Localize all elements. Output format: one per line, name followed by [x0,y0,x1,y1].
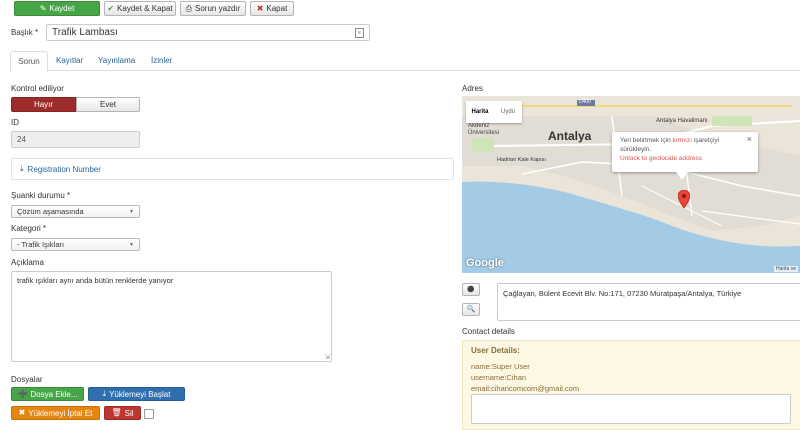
delete-button[interactable]: 🗑 Sil [104,406,141,420]
road-label: D400 [579,99,591,105]
map-marker-icon[interactable] [678,190,690,208]
status-label: Şuanki durumu * [11,191,71,200]
contact-email: email:cihancomcom@gmail.com [471,384,580,393]
user-details-heading: User Details: [471,346,520,355]
map-info-popup: Yeri belirtmek için kırmızı işaretçiyi s… [612,132,758,172]
files-label: Dosyalar [11,375,43,384]
description-label: Açıklama [11,258,44,267]
upload-icon: ⤓ [20,164,24,173]
add-file-button[interactable]: ➕ Dosya Ekle... [11,387,84,401]
popup-tail [676,172,688,180]
moderated-label: Kontrol ediliyor [11,84,64,93]
map-type-map-button[interactable]: Harita [466,101,494,123]
category-select[interactable]: - Trafik Işıkları ▼ [11,238,140,251]
save-button[interactable]: ✎ Kaydet [14,1,100,16]
contact-notes-textarea[interactable] [471,394,791,424]
university-label: Akdeniz Üniversitesi [468,123,500,136]
title-label: Başlık * [11,28,39,37]
tab-yayinlama[interactable]: Yayınlama [98,52,135,70]
airport-label: Antalya Havalimanı [656,118,708,124]
map-data-attribution[interactable]: Harita ve [774,266,799,272]
search-icon: 🔍 [466,306,476,313]
hadrian-label: Hadrian Kale Kapısı [497,157,546,163]
contact-name: name:Super User [471,362,530,371]
moderated-no-button[interactable]: Hayır [11,97,76,112]
id-field: 24 [11,131,140,148]
chevron-down-icon: ▼ [129,241,134,248]
tab-izinler[interactable]: İzinler [151,52,172,70]
registration-number-link[interactable]: ⤓ Registration Number [20,164,101,174]
plus-circle-icon: ➕ [17,389,28,398]
contact-details-label: Contact details [462,327,515,336]
tab-bar-line [10,70,800,71]
chevron-down-icon: ▼ [129,208,134,215]
camera-icon: ⚫ [467,286,475,293]
save-close-button[interactable]: ✔ Kaydet & Kapat [104,1,176,16]
status-select[interactable]: Çözüm aşamasında ▼ [11,205,140,218]
address-textarea[interactable]: Çağlayan, Bülent Ecevit Blv. No:171, 072… [497,283,800,321]
search-address-button[interactable]: 🔍 [462,303,480,316]
map[interactable]: D400 Antalya Antalya Havalimanı Akdeniz … [462,96,800,273]
start-upload-button[interactable]: ⤓ Yüklemeyi Başlat [88,387,185,401]
city-label: Antalya [548,129,592,143]
cancel-upload-button[interactable]: ✖ Yüklemeyi İptal Et [11,406,100,420]
print-issue-button[interactable]: ⎙ Sorun yazdır [180,1,246,16]
edit-icon: ✎ [39,3,47,13]
tab-sorun[interactable]: Sorun [10,51,48,72]
close-circle-icon: ✖ [256,3,264,13]
print-icon: ⎙ [185,3,193,13]
tab-kayitlar[interactable]: Kayıtlar [56,52,83,70]
address-label: Adres [462,84,483,93]
trash-icon: 🗑 [111,408,122,417]
map-type-control: Harita Uydu [466,101,522,123]
check-icon: ✔ [107,3,115,13]
contact-username: username:Cihan [471,373,527,382]
popup-close-icon[interactable]: × [747,135,752,144]
moderated-yes-button[interactable]: Evet [76,97,140,112]
toggle-editor-icon[interactable]: ≡ [355,28,364,38]
cancel-icon: ✖ [18,408,26,417]
close-button[interactable]: ✖ Kapat [250,1,294,16]
google-logo: Google [466,257,504,269]
select-all-checkbox[interactable] [144,409,154,419]
locate-button[interactable]: ⚫ [462,283,480,296]
upload-icon: ⤓ [102,389,107,398]
map-type-satellite-button[interactable]: Uydu [494,101,522,123]
title-input[interactable]: Trafik Lambası ≡ [46,24,370,41]
resize-handle-icon[interactable]: ⇲ [324,353,330,361]
moderated-toggle: Hayır Evet [11,97,140,112]
unlock-geolocate-link[interactable]: Unlock to geolocate address [620,154,750,163]
id-label: ID [11,118,19,127]
category-label: Kategori * [11,224,47,233]
description-textarea[interactable]: trafik ışıkları aynı anda bütün renklerd… [11,271,332,362]
